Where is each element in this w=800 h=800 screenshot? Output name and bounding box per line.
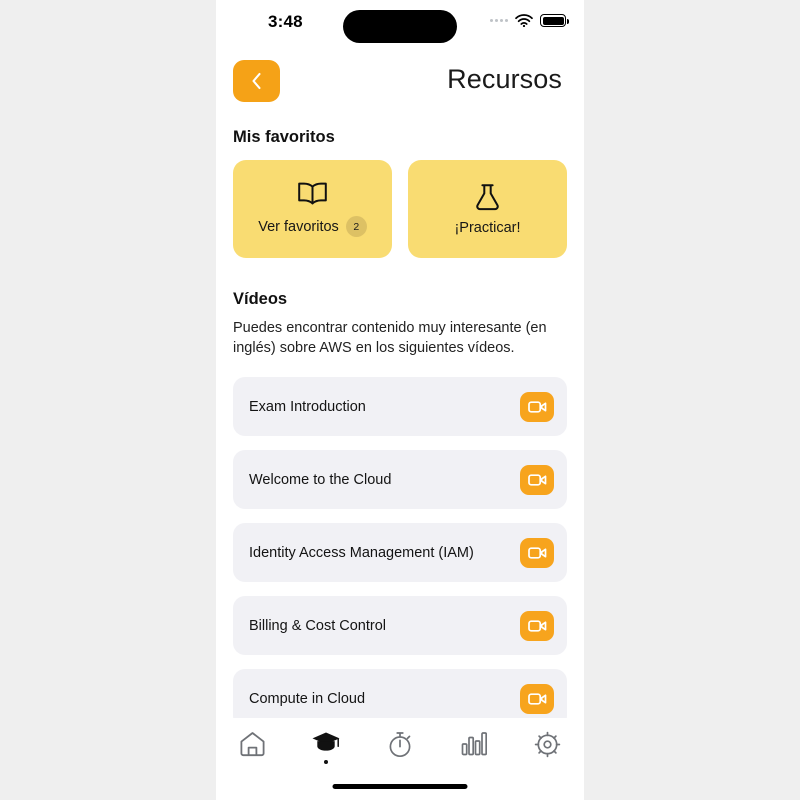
videos-description: Puedes encontrar contenido muy interesan… [233, 320, 547, 356]
practice-card[interactable]: ¡Practicar! [408, 160, 567, 258]
status-bar: 3:48 [216, 0, 584, 52]
play-video-button[interactable] [520, 391, 554, 422]
flask-icon [476, 183, 499, 210]
video-camera-icon [527, 473, 546, 486]
stopwatch-icon [389, 732, 411, 758]
video-title: Compute in Cloud [249, 690, 366, 707]
signal-dots-icon [490, 19, 508, 22]
status-time: 3:48 [268, 12, 303, 31]
play-video-button[interactable] [520, 464, 554, 495]
video-camera-icon [527, 546, 546, 559]
tab-active-dot [324, 760, 329, 764]
video-title: Billing & Cost Control [249, 617, 386, 634]
phone-screen: 3:48 Recursos Mis favoritos Ver favorito… [216, 0, 584, 800]
tab-learn[interactable] [290, 731, 364, 764]
open-book-icon [298, 182, 327, 205]
video-title: Identity Access Management (IAM) [249, 544, 474, 561]
videos-section-title: Vídeos [233, 290, 288, 308]
chevron-left-icon [252, 72, 261, 90]
screenshot-root: 3:48 Recursos Mis favoritos Ver favorito… [0, 0, 800, 800]
practice-label: ¡Practicar! [454, 219, 521, 236]
video-list: Exam Introduction Welcome to the Cloud I… [233, 377, 567, 728]
dynamic-island [343, 10, 457, 43]
play-video-button[interactable] [520, 683, 554, 714]
play-video-button[interactable] [520, 537, 554, 568]
view-favorites-label: Ver favoritos [258, 218, 339, 235]
view-favorites-label-wrap: Ver favoritos 2 [258, 216, 367, 237]
list-item[interactable]: Exam Introduction [233, 377, 567, 436]
play-video-button[interactable] [520, 610, 554, 641]
favorites-count-badge: 2 [345, 216, 367, 237]
list-item[interactable]: Welcome to the Cloud [233, 450, 567, 509]
nav-bar: Recursos [216, 52, 584, 114]
practice-label-wrap: ¡Practicar! [454, 220, 520, 236]
video-camera-icon [527, 692, 546, 705]
video-title: Exam Introduction [249, 398, 366, 415]
tab-home[interactable] [216, 731, 290, 766]
house-icon [240, 732, 265, 757]
list-item[interactable]: Identity Access Management (IAM) [233, 523, 567, 582]
status-indicators [490, 14, 569, 27]
view-favorites-card[interactable]: Ver favoritos 2 [233, 160, 392, 258]
favorites-card-row: Ver favoritos 2 ¡Practicar! [233, 160, 567, 258]
battery-full-icon [540, 14, 569, 27]
list-item[interactable]: Billing & Cost Control [233, 596, 567, 655]
favorites-section-title: Mis favoritos [233, 128, 335, 146]
main-content: Mis favoritos Ver favoritos 2 ¡Practicar… [216, 128, 584, 728]
video-camera-icon [527, 400, 546, 413]
graduation-cap-icon [312, 732, 340, 751]
wifi-icon [515, 14, 533, 27]
video-camera-icon [527, 619, 546, 632]
tab-timer[interactable] [363, 731, 437, 767]
back-button[interactable] [233, 60, 280, 102]
tab-settings[interactable] [510, 731, 584, 767]
bottom-tab-bar [216, 718, 584, 800]
home-indicator [332, 784, 468, 789]
gear-icon [534, 731, 560, 758]
video-title: Welcome to the Cloud [249, 471, 392, 488]
bar-chart-icon [461, 732, 487, 756]
tab-stats[interactable] [437, 731, 511, 765]
page-title: Recursos [447, 64, 562, 94]
